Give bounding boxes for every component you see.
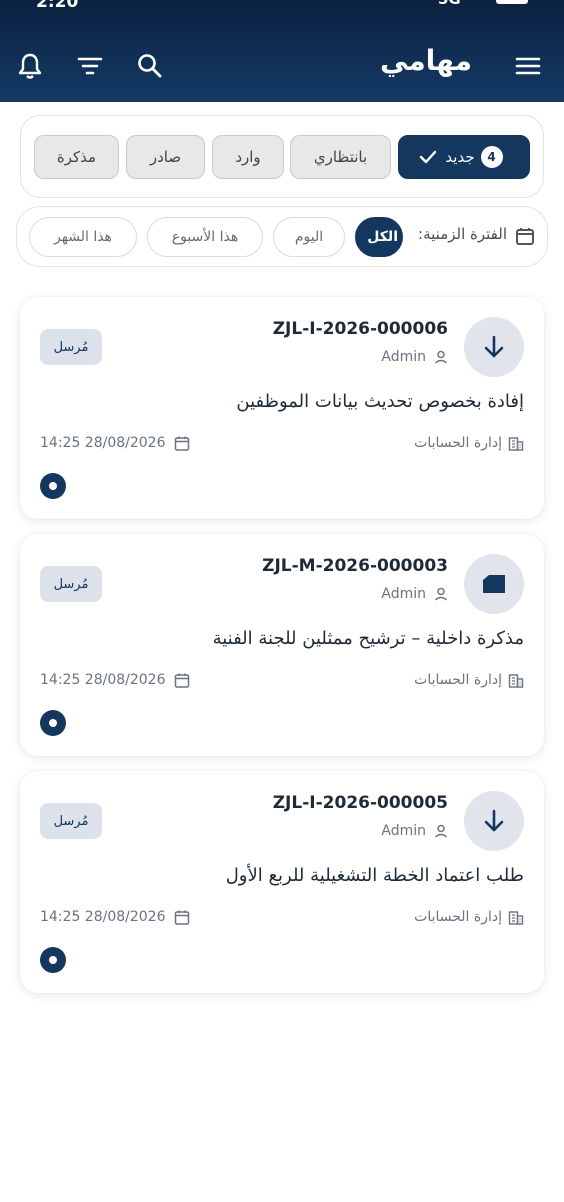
search-icon[interactable] — [134, 50, 166, 82]
filter-chips: جديد 4 بانتظاري وارد صادر مذكرة — [20, 115, 544, 198]
task-ref: ZJL-I-2026-000006 — [272, 319, 448, 339]
calendar-icon — [174, 910, 189, 925]
chip-waiting[interactable]: بانتظاري — [290, 135, 391, 179]
task-date: 14:25 28/08/2026 — [40, 909, 190, 925]
task-owner: Admin — [381, 823, 448, 839]
app-header: 2:20 5G مهامي — [0, 0, 564, 102]
task-ref: ZJL-M-2026-000003 — [262, 556, 448, 576]
building-icon — [508, 674, 524, 688]
period-selector: الفترة الزمنية: الكل اليوم هذا الأسبوع ه… — [16, 206, 548, 267]
period-week-label: هذا الأسبوع — [171, 229, 239, 245]
person-icon — [434, 587, 448, 601]
building-icon — [508, 437, 524, 451]
period-week[interactable]: هذا الأسبوع — [147, 217, 263, 257]
task-card[interactable]: ZJL-M-2026-000003 Admin مُرسل مذكرة داخل… — [20, 534, 544, 756]
task-datetime: 14:25 28/08/2026 — [40, 909, 166, 925]
task-subject: مذكرة داخلية – ترشيح ممثلين للجنة الفنية — [212, 628, 524, 649]
task-department-name: إدارة الحسابات — [414, 672, 502, 688]
period-all[interactable]: الكل — [355, 217, 403, 257]
task-subject: طلب اعتماد الخطة التشغيلية للربع الأول — [225, 865, 524, 886]
menu-icon[interactable] — [512, 50, 544, 82]
status-dot-icon — [40, 947, 66, 973]
task-owner-name: Admin — [381, 349, 426, 365]
chip-outgoing-label: صادر — [149, 148, 182, 166]
page-title: مهامي — [380, 44, 472, 77]
period-label: الفترة الزمنية: — [418, 225, 507, 243]
chip-new-count: 4 — [480, 146, 503, 168]
task-department: إدارة الحسابات — [414, 672, 524, 688]
status-indicators: 5G — [438, 0, 528, 8]
task-ref: ZJL-I-2026-000005 — [272, 793, 448, 813]
chip-new[interactable]: جديد 4 — [398, 135, 530, 179]
chip-outgoing[interactable]: صادر — [126, 135, 205, 179]
period-month[interactable]: هذا الشهر — [29, 217, 137, 257]
arrow-down-icon — [464, 317, 524, 377]
calendar-icon — [174, 673, 189, 688]
task-department-name: إدارة الحسابات — [414, 909, 502, 925]
arrow-down-icon — [464, 791, 524, 851]
task-department: إدارة الحسابات — [414, 435, 524, 451]
task-department-name: إدارة الحسابات — [414, 435, 502, 451]
period-month-label: هذا الشهر — [54, 229, 112, 245]
calendar-icon — [515, 226, 535, 250]
task-date: 14:25 28/08/2026 — [40, 672, 190, 688]
status-dot-icon — [40, 710, 66, 736]
chip-incoming-label: وارد — [235, 148, 261, 166]
task-department: إدارة الحسابات — [414, 909, 524, 925]
status-badge: مُرسل — [40, 803, 102, 839]
person-icon — [434, 824, 448, 838]
building-icon — [508, 911, 524, 925]
task-card[interactable]: ZJL-I-2026-000005 Admin مُرسل طلب اعتماد… — [20, 771, 544, 993]
task-card[interactable]: ZJL-I-2026-000006 Admin مُرسل إفادة بخصو… — [20, 297, 544, 519]
person-icon — [434, 350, 448, 364]
task-datetime: 14:25 28/08/2026 — [40, 435, 166, 451]
period-all-label: الكل — [367, 229, 398, 245]
chip-memo[interactable]: مذكرة — [34, 135, 119, 179]
chip-memo-label: مذكرة — [56, 148, 97, 166]
memo-icon — [464, 554, 524, 614]
task-owner: Admin — [381, 586, 448, 602]
period-today[interactable]: اليوم — [273, 217, 345, 257]
chip-new-label: جديد — [445, 148, 475, 166]
status-badge: مُرسل — [40, 566, 102, 602]
task-owner-name: Admin — [381, 823, 426, 839]
task-owner-name: Admin — [381, 586, 426, 602]
bell-icon[interactable] — [14, 50, 46, 82]
calendar-icon — [174, 436, 189, 451]
battery-icon — [496, 0, 528, 4]
task-subject: إفادة بخصوص تحديث بيانات الموظفين — [236, 391, 524, 412]
status-time: 2:20 — [36, 0, 79, 12]
task-datetime: 14:25 28/08/2026 — [40, 672, 166, 688]
chip-incoming[interactable]: وارد — [212, 135, 284, 179]
signal-indicator: 5G — [438, 0, 488, 8]
task-date: 14:25 28/08/2026 — [40, 435, 190, 451]
check-icon — [420, 150, 437, 164]
status-dot-icon — [40, 473, 66, 499]
task-owner: Admin — [381, 349, 448, 365]
status-badge: مُرسل — [40, 329, 102, 365]
chip-waiting-label: بانتظاري — [313, 148, 368, 166]
period-today-label: اليوم — [294, 229, 324, 245]
filter-icon[interactable] — [74, 50, 106, 82]
